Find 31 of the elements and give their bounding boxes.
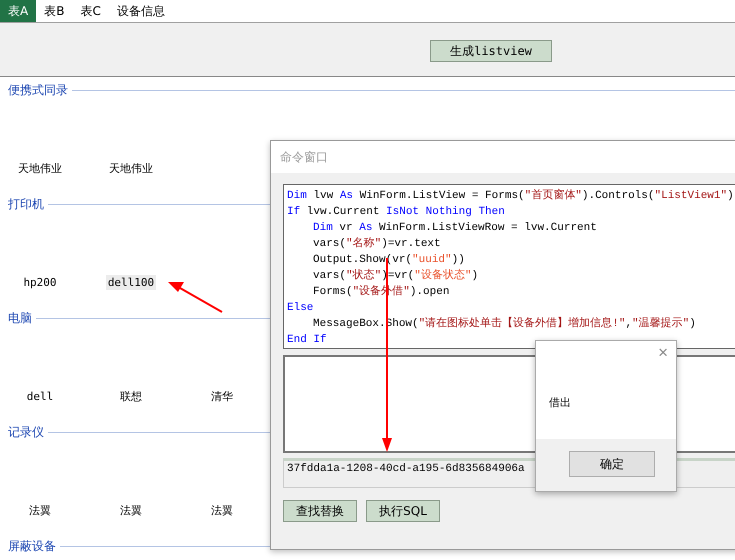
code-line: vars("名称")=vr.text <box>312 236 442 252</box>
list-item[interactable]: dell <box>24 389 56 404</box>
close-button[interactable]: × <box>658 344 668 362</box>
group-title: 屏蔽设备 <box>8 538 56 554</box>
ok-button[interactable]: 确定 <box>569 451 655 477</box>
list-item[interactable]: 法翼 <box>209 502 235 519</box>
list-item[interactable]: 联想 <box>118 388 144 405</box>
window-button[interactable]: 执行SQL <box>366 500 440 522</box>
code-line: End If <box>287 333 328 348</box>
group-title: 打印机 <box>8 196 44 212</box>
window-button[interactable]: 查找替换 <box>283 500 357 522</box>
group-title: 电脑 <box>8 310 32 326</box>
list-item[interactable]: hp200 <box>21 275 59 290</box>
code-line: Else <box>287 301 314 316</box>
list-item[interactable]: 法翼 <box>27 502 53 519</box>
code-line: Dim lvw As WinForm.ListView = Forms("首页窗体").Controls("ListView1") <box>287 188 735 204</box>
arrow <box>168 282 222 313</box>
code-line: Dim vr As WinForm.ListViewRow = lvw.Current <box>312 221 598 236</box>
list-item[interactable]: dell100 <box>106 275 156 290</box>
code-line: If lvw.Current IsNot Nothing Then <box>287 205 506 220</box>
sheet-tab[interactable]: 表A <box>0 0 36 22</box>
generate-button[interactable]: 生成listview <box>430 40 552 62</box>
code-editor[interactable] <box>283 184 735 349</box>
group-title: 便携式同录 <box>8 82 68 98</box>
list-item[interactable]: 天地伟业 <box>107 160 155 177</box>
list-item[interactable]: 法翼 <box>118 502 144 519</box>
window-title: 命令窗口 <box>271 141 735 173</box>
list-item[interactable]: 天地伟业 <box>16 160 64 177</box>
message-text: 借出 <box>549 395 572 410</box>
group-title: 记录仪 <box>8 424 44 440</box>
list-item[interactable]: 清华 <box>209 388 235 405</box>
